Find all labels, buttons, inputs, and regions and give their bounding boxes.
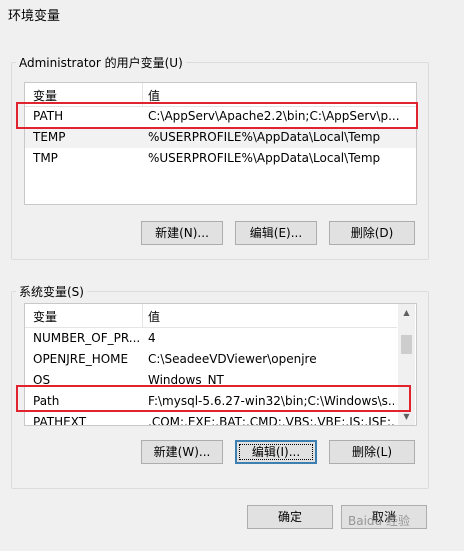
system-var-row-path[interactable]: Path F:\mysql-5.6.27-win32\bin;C:\Window…: [25, 391, 397, 412]
user-var-value: %USERPROFILE%\AppData\Local\Temp: [148, 130, 381, 144]
column-divider[interactable]: [142, 304, 143, 327]
user-variables-list[interactable]: 变量 值 PATH C:\AppServ\Apache2.2\bin;C:\Ap…: [24, 82, 417, 205]
column-header-value[interactable]: 值: [148, 308, 160, 325]
scroll-up-arrow-icon[interactable]: ▲: [398, 304, 415, 321]
user-new-button[interactable]: 新建(N)...: [141, 221, 223, 245]
user-variables-label: Administrator 的用户变量(U): [16, 54, 186, 71]
user-delete-button[interactable]: 删除(D): [329, 221, 415, 245]
user-var-row-path[interactable]: PATH C:\AppServ\Apache2.2\bin;C:\AppServ…: [25, 106, 416, 127]
user-var-name: TEMP: [33, 130, 66, 144]
watermark: Baidu 经验: [348, 514, 410, 528]
user-edit-button[interactable]: 编辑(E)...: [235, 221, 317, 245]
system-var-value: .COM;.EXE;.BAT;.CMD;.VBS;.VBE;.JS;.JSE;.…: [148, 415, 394, 426]
system-variables-list[interactable]: 变量 值 NUMBER_OF_PR... 4 OPENJRE_HOME C:\S…: [24, 303, 417, 426]
user-var-value: C:\AppServ\Apache2.2\bin;C:\AppServ\p...: [148, 109, 400, 123]
system-var-name: OPENJRE_HOME: [33, 352, 129, 366]
system-edit-button[interactable]: 编辑(I)...: [235, 440, 317, 464]
window-title: 环境变量: [8, 9, 61, 24]
system-var-value: F:\mysql-5.6.27-win32\bin;C:\Windows\s..…: [148, 394, 394, 408]
system-var-name: NUMBER_OF_PR...: [33, 331, 141, 345]
system-list-scrollbar[interactable]: ▲ ▼: [398, 304, 415, 425]
scrollbar-thumb[interactable]: [401, 335, 412, 354]
system-var-value: C:\SeadeeVDViewer\openjre: [148, 352, 317, 366]
user-var-name: PATH: [33, 109, 64, 123]
system-var-name: OS: [33, 373, 51, 387]
column-header-value[interactable]: 值: [148, 87, 160, 104]
user-var-row-temp[interactable]: TEMP %USERPROFILE%\AppData\Local\Temp: [25, 127, 416, 148]
system-var-row[interactable]: OS Windows_NT: [25, 370, 397, 391]
system-var-row[interactable]: NUMBER_OF_PR... 4: [25, 328, 397, 349]
user-var-name: TMP: [33, 151, 58, 165]
system-var-value: Windows_NT: [148, 373, 224, 387]
system-list-header: 变量 值: [25, 304, 397, 328]
system-var-row[interactable]: PATHEXT .COM;.EXE;.BAT;.CMD;.VBS;.VBE;.J…: [25, 412, 397, 426]
system-variables-label: 系统变量(S): [16, 283, 87, 300]
scroll-down-arrow-icon[interactable]: ▼: [398, 408, 415, 425]
column-divider[interactable]: [142, 83, 143, 106]
system-var-name: PATHEXT: [33, 415, 87, 426]
system-delete-button[interactable]: 删除(L): [329, 440, 415, 464]
user-list-header: 变量 值: [25, 83, 416, 107]
system-var-name: Path: [33, 394, 60, 408]
system-var-value: 4: [148, 331, 156, 345]
column-header-variable[interactable]: 变量: [33, 87, 57, 104]
system-var-row[interactable]: OPENJRE_HOME C:\SeadeeVDViewer\openjre: [25, 349, 397, 370]
column-header-variable[interactable]: 变量: [33, 308, 57, 325]
system-new-button[interactable]: 新建(W)...: [141, 440, 223, 464]
ok-button[interactable]: 确定: [247, 505, 333, 529]
user-var-row-tmp[interactable]: TMP %USERPROFILE%\AppData\Local\Temp: [25, 148, 416, 169]
user-var-value: %USERPROFILE%\AppData\Local\Temp: [148, 151, 381, 165]
